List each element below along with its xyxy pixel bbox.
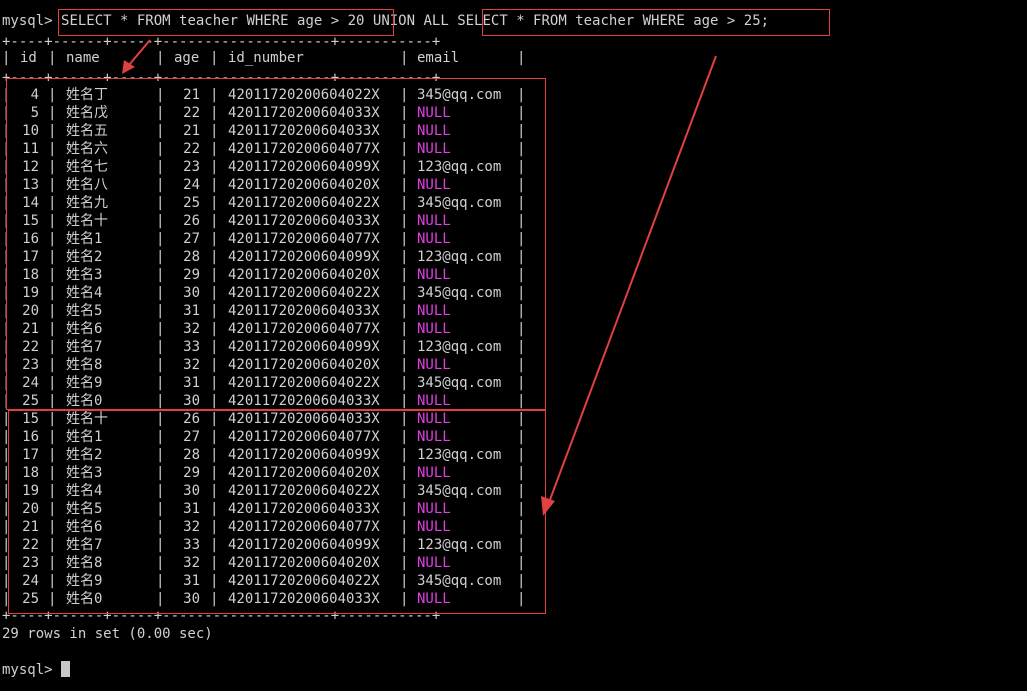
arrow-to-result1 — [122, 39, 151, 74]
arrow-to-result2 — [541, 55, 717, 516]
annotation-arrows — [122, 39, 717, 516]
terminal-window[interactable]: mysql> SELECT * FROM teacher WHERE age >… — [0, 0, 1027, 691]
